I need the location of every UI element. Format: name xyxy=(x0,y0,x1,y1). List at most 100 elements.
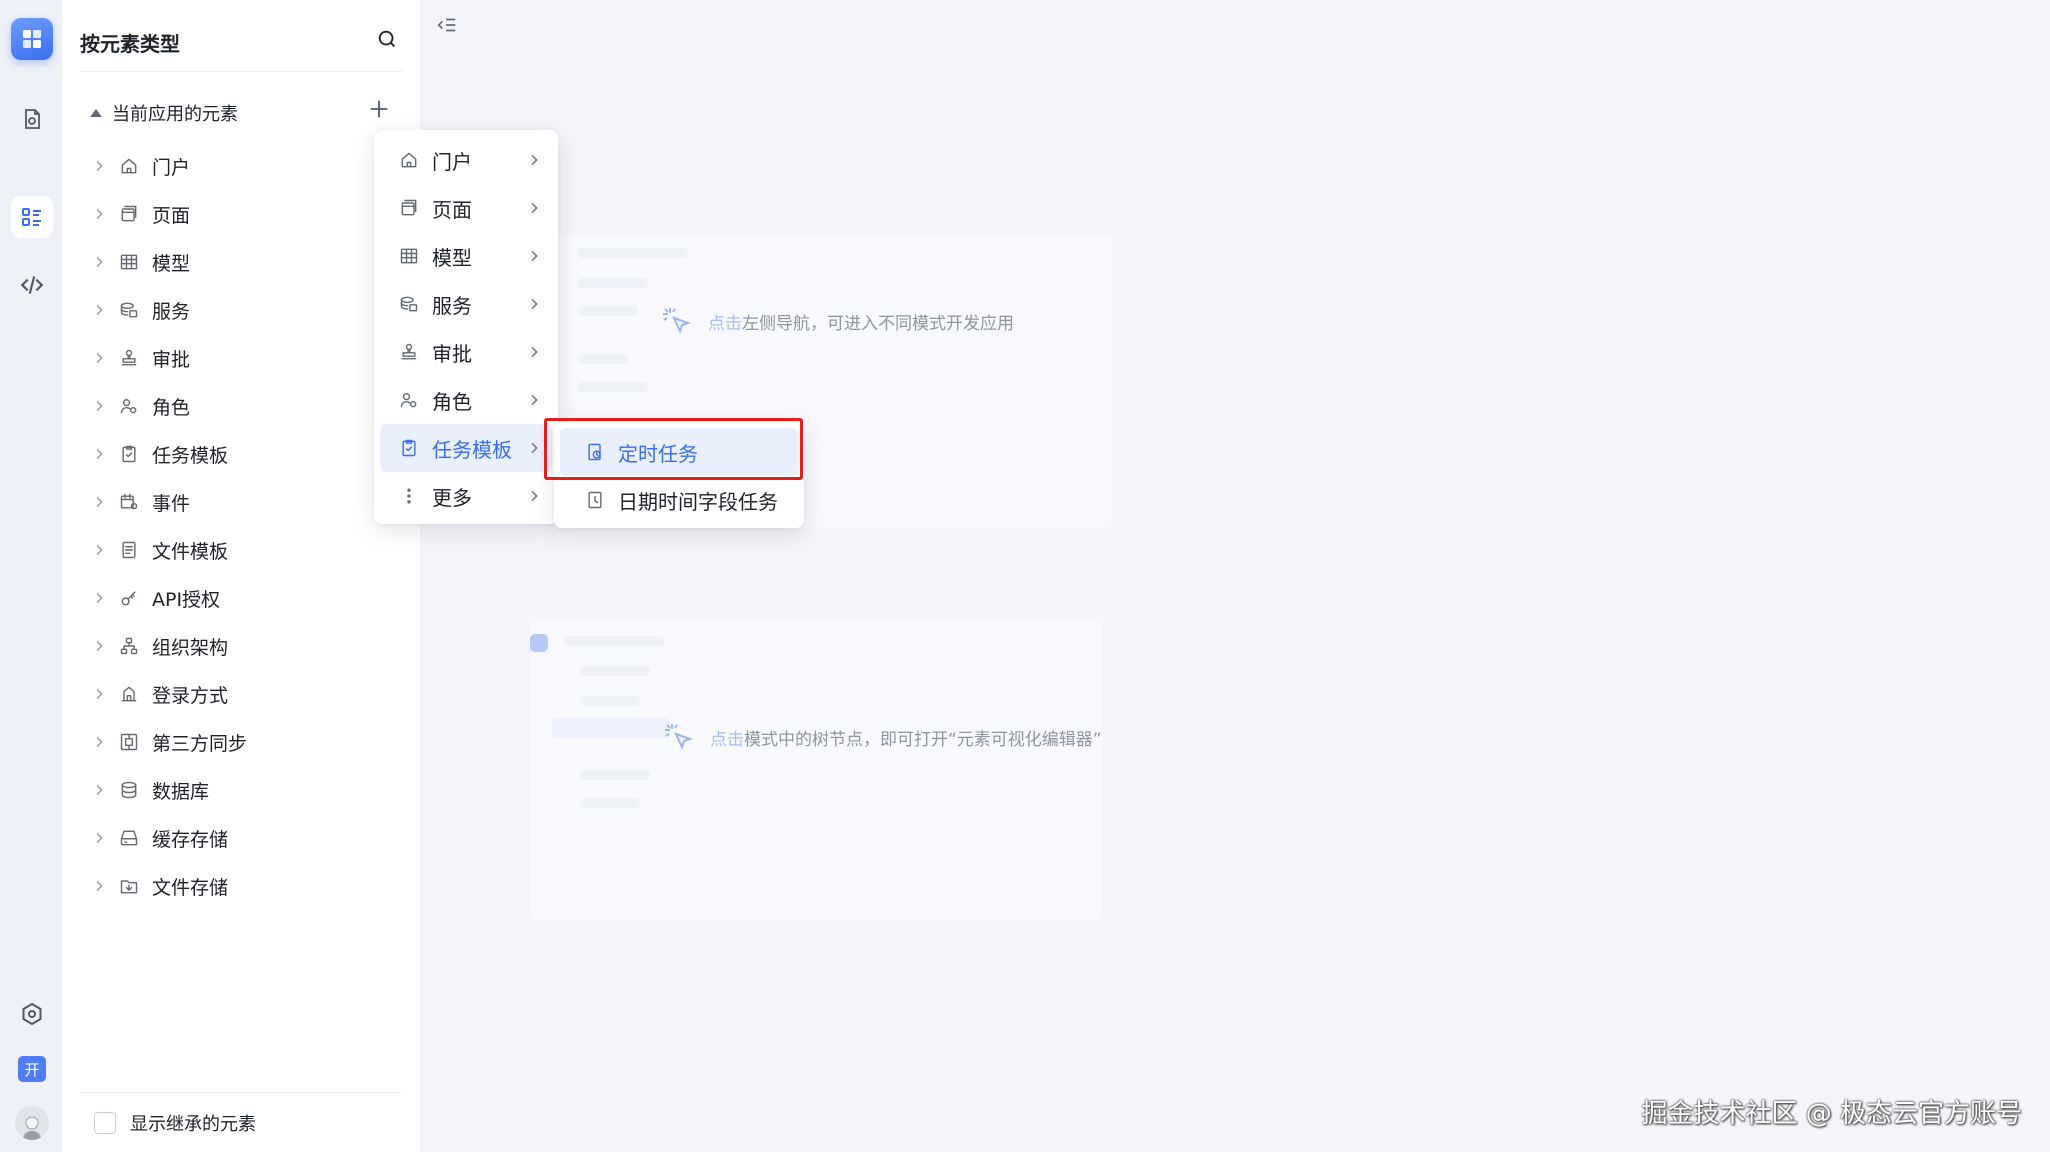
tree-item[interactable]: 第三方同步 xyxy=(90,718,390,766)
cache-icon xyxy=(118,827,140,849)
tree-item[interactable]: 页面 xyxy=(90,190,390,238)
service-icon xyxy=(398,293,420,315)
event-icon xyxy=(118,491,140,513)
chevron-right-icon[interactable] xyxy=(90,398,108,414)
chevron-right-icon[interactable] xyxy=(90,590,108,606)
tree-item[interactable]: 事件 xyxy=(90,478,390,526)
tree-item[interactable]: 组织架构 xyxy=(90,622,390,670)
task-icon xyxy=(398,437,420,459)
chevron-right-icon[interactable] xyxy=(90,638,108,654)
menu-item[interactable]: 门户 xyxy=(380,136,552,184)
hint-1-highlight: 点击 xyxy=(708,313,742,334)
chevron-right-icon[interactable] xyxy=(90,446,108,462)
submenu-item[interactable]: 日期时间字段任务 xyxy=(560,476,798,524)
tree-item[interactable]: 模型 xyxy=(90,238,390,286)
page-icon xyxy=(118,203,140,225)
home-icon xyxy=(118,155,140,177)
tree-item[interactable]: 缓存存储 xyxy=(90,814,390,862)
chevron-right-icon[interactable] xyxy=(90,350,108,366)
stamp-icon xyxy=(398,341,420,363)
chevron-right-icon[interactable] xyxy=(90,830,108,846)
database-icon xyxy=(118,779,140,801)
tree-item[interactable]: 数据库 xyxy=(90,766,390,814)
show-inherited-label: 显示继承的元素 xyxy=(130,1113,256,1135)
menu-item[interactable]: 服务 xyxy=(380,280,552,328)
page-icon xyxy=(398,197,420,219)
tree-item[interactable]: API授权 xyxy=(90,574,390,622)
submenu-item-label: 日期时间字段任务 xyxy=(618,489,778,514)
chevron-right-icon xyxy=(526,152,542,168)
app-logo-icon[interactable] xyxy=(11,18,53,60)
element-tree: 门户页面模型服务审批角色任务模板事件文件模板 API授权 组织架构登录方式第三方同步… xyxy=(90,142,390,910)
tree-item[interactable]: 门户 xyxy=(90,142,390,190)
collapse-panel-icon[interactable] xyxy=(436,14,458,36)
chevron-right-icon[interactable] xyxy=(90,302,108,318)
elements-nav-icon[interactable] xyxy=(11,196,53,238)
workspace-badge[interactable]: 开 xyxy=(18,1056,46,1082)
hint-2-highlight: 点击 xyxy=(710,729,744,750)
hint-1-text: 左侧导航，可进入不同模式开发应用 xyxy=(742,313,1014,334)
inherited-toggle[interactable]: 显示继承的元素 xyxy=(80,1092,402,1152)
user-avatar[interactable] xyxy=(15,1106,49,1140)
panel-header: 按元素类型 xyxy=(80,22,402,72)
search-icon[interactable] xyxy=(376,28,398,50)
caret-up-icon xyxy=(90,109,102,117)
tree-item-label: 文件模板 xyxy=(152,540,229,563)
tree-item[interactable]: 审批 xyxy=(90,334,390,382)
key-icon xyxy=(118,587,140,609)
code-icon[interactable] xyxy=(11,264,53,306)
tree-item[interactable]: 角色 xyxy=(90,382,390,430)
service-icon xyxy=(118,299,140,321)
menu-item[interactable]: 角色 xyxy=(380,376,552,424)
chevron-right-icon[interactable] xyxy=(90,158,108,174)
tree-item[interactable]: 文件模板 xyxy=(90,526,390,574)
chevron-right-icon xyxy=(526,248,542,264)
tree-item[interactable]: 文件存储 xyxy=(90,862,390,910)
table-icon xyxy=(398,245,420,267)
tree-item-label: 门户 xyxy=(152,156,191,179)
show-inherited-checkbox[interactable] xyxy=(94,1111,116,1134)
pointer-click-icon-2 xyxy=(665,724,694,750)
add-element-button[interactable] xyxy=(368,98,390,120)
home-icon xyxy=(398,149,420,171)
chevron-right-icon xyxy=(526,296,542,312)
tree-item-label: 登录方式 xyxy=(152,684,229,707)
chevron-right-icon[interactable] xyxy=(90,494,108,510)
datetime-task-icon xyxy=(584,489,606,511)
menu-item[interactable]: 任务模板 xyxy=(380,424,552,472)
menu-item[interactable]: 页面 xyxy=(380,184,552,232)
placeholder-card-2 xyxy=(530,620,1102,920)
tree-item-label: 审批 xyxy=(152,348,191,371)
tree-item-label: 事件 xyxy=(152,492,191,515)
tree-item[interactable]: 登录方式 xyxy=(90,670,390,718)
chevron-right-icon[interactable] xyxy=(90,206,108,222)
menu-item[interactable]: 更多 xyxy=(380,472,552,520)
chevron-right-icon[interactable] xyxy=(90,782,108,798)
tree-item-label: 角色 xyxy=(152,396,191,419)
menu-item-label: 服务 xyxy=(432,293,472,318)
app-file-icon[interactable] xyxy=(11,98,53,140)
hint-2-text: 模式中的树节点，即可打开“元素可视化编辑器” xyxy=(744,729,1102,750)
settings-icon[interactable] xyxy=(11,993,53,1035)
tree-item-label: 第三方同步 xyxy=(152,732,248,755)
chevron-right-icon xyxy=(526,200,542,216)
chevron-right-icon[interactable] xyxy=(90,686,108,702)
tree-item-label: 服务 xyxy=(152,300,191,323)
tree-item-label: 页面 xyxy=(152,204,191,227)
chevron-right-icon[interactable] xyxy=(90,734,108,750)
tree-item-label: 缓存存储 xyxy=(152,828,229,851)
chevron-right-icon[interactable] xyxy=(90,542,108,558)
menu-item[interactable]: 审批 xyxy=(380,328,552,376)
more-vertical-icon xyxy=(398,485,420,507)
task-icon xyxy=(118,443,140,465)
hint-navigation: 点击 左侧导航，可进入不同模式开发应用 xyxy=(660,304,1014,338)
current-app-elements-group[interactable]: 当前应用的元素 xyxy=(90,96,390,130)
chevron-right-icon[interactable] xyxy=(90,254,108,270)
chevron-right-icon xyxy=(526,440,542,456)
role-icon xyxy=(398,389,420,411)
add-element-menu: 门户 页面 模型服务审批 角色 任务模板 更多 xyxy=(374,130,558,524)
tree-item[interactable]: 服务 xyxy=(90,286,390,334)
tree-item[interactable]: 任务模板 xyxy=(90,430,390,478)
chevron-right-icon[interactable] xyxy=(90,878,108,894)
menu-item[interactable]: 模型 xyxy=(380,232,552,280)
